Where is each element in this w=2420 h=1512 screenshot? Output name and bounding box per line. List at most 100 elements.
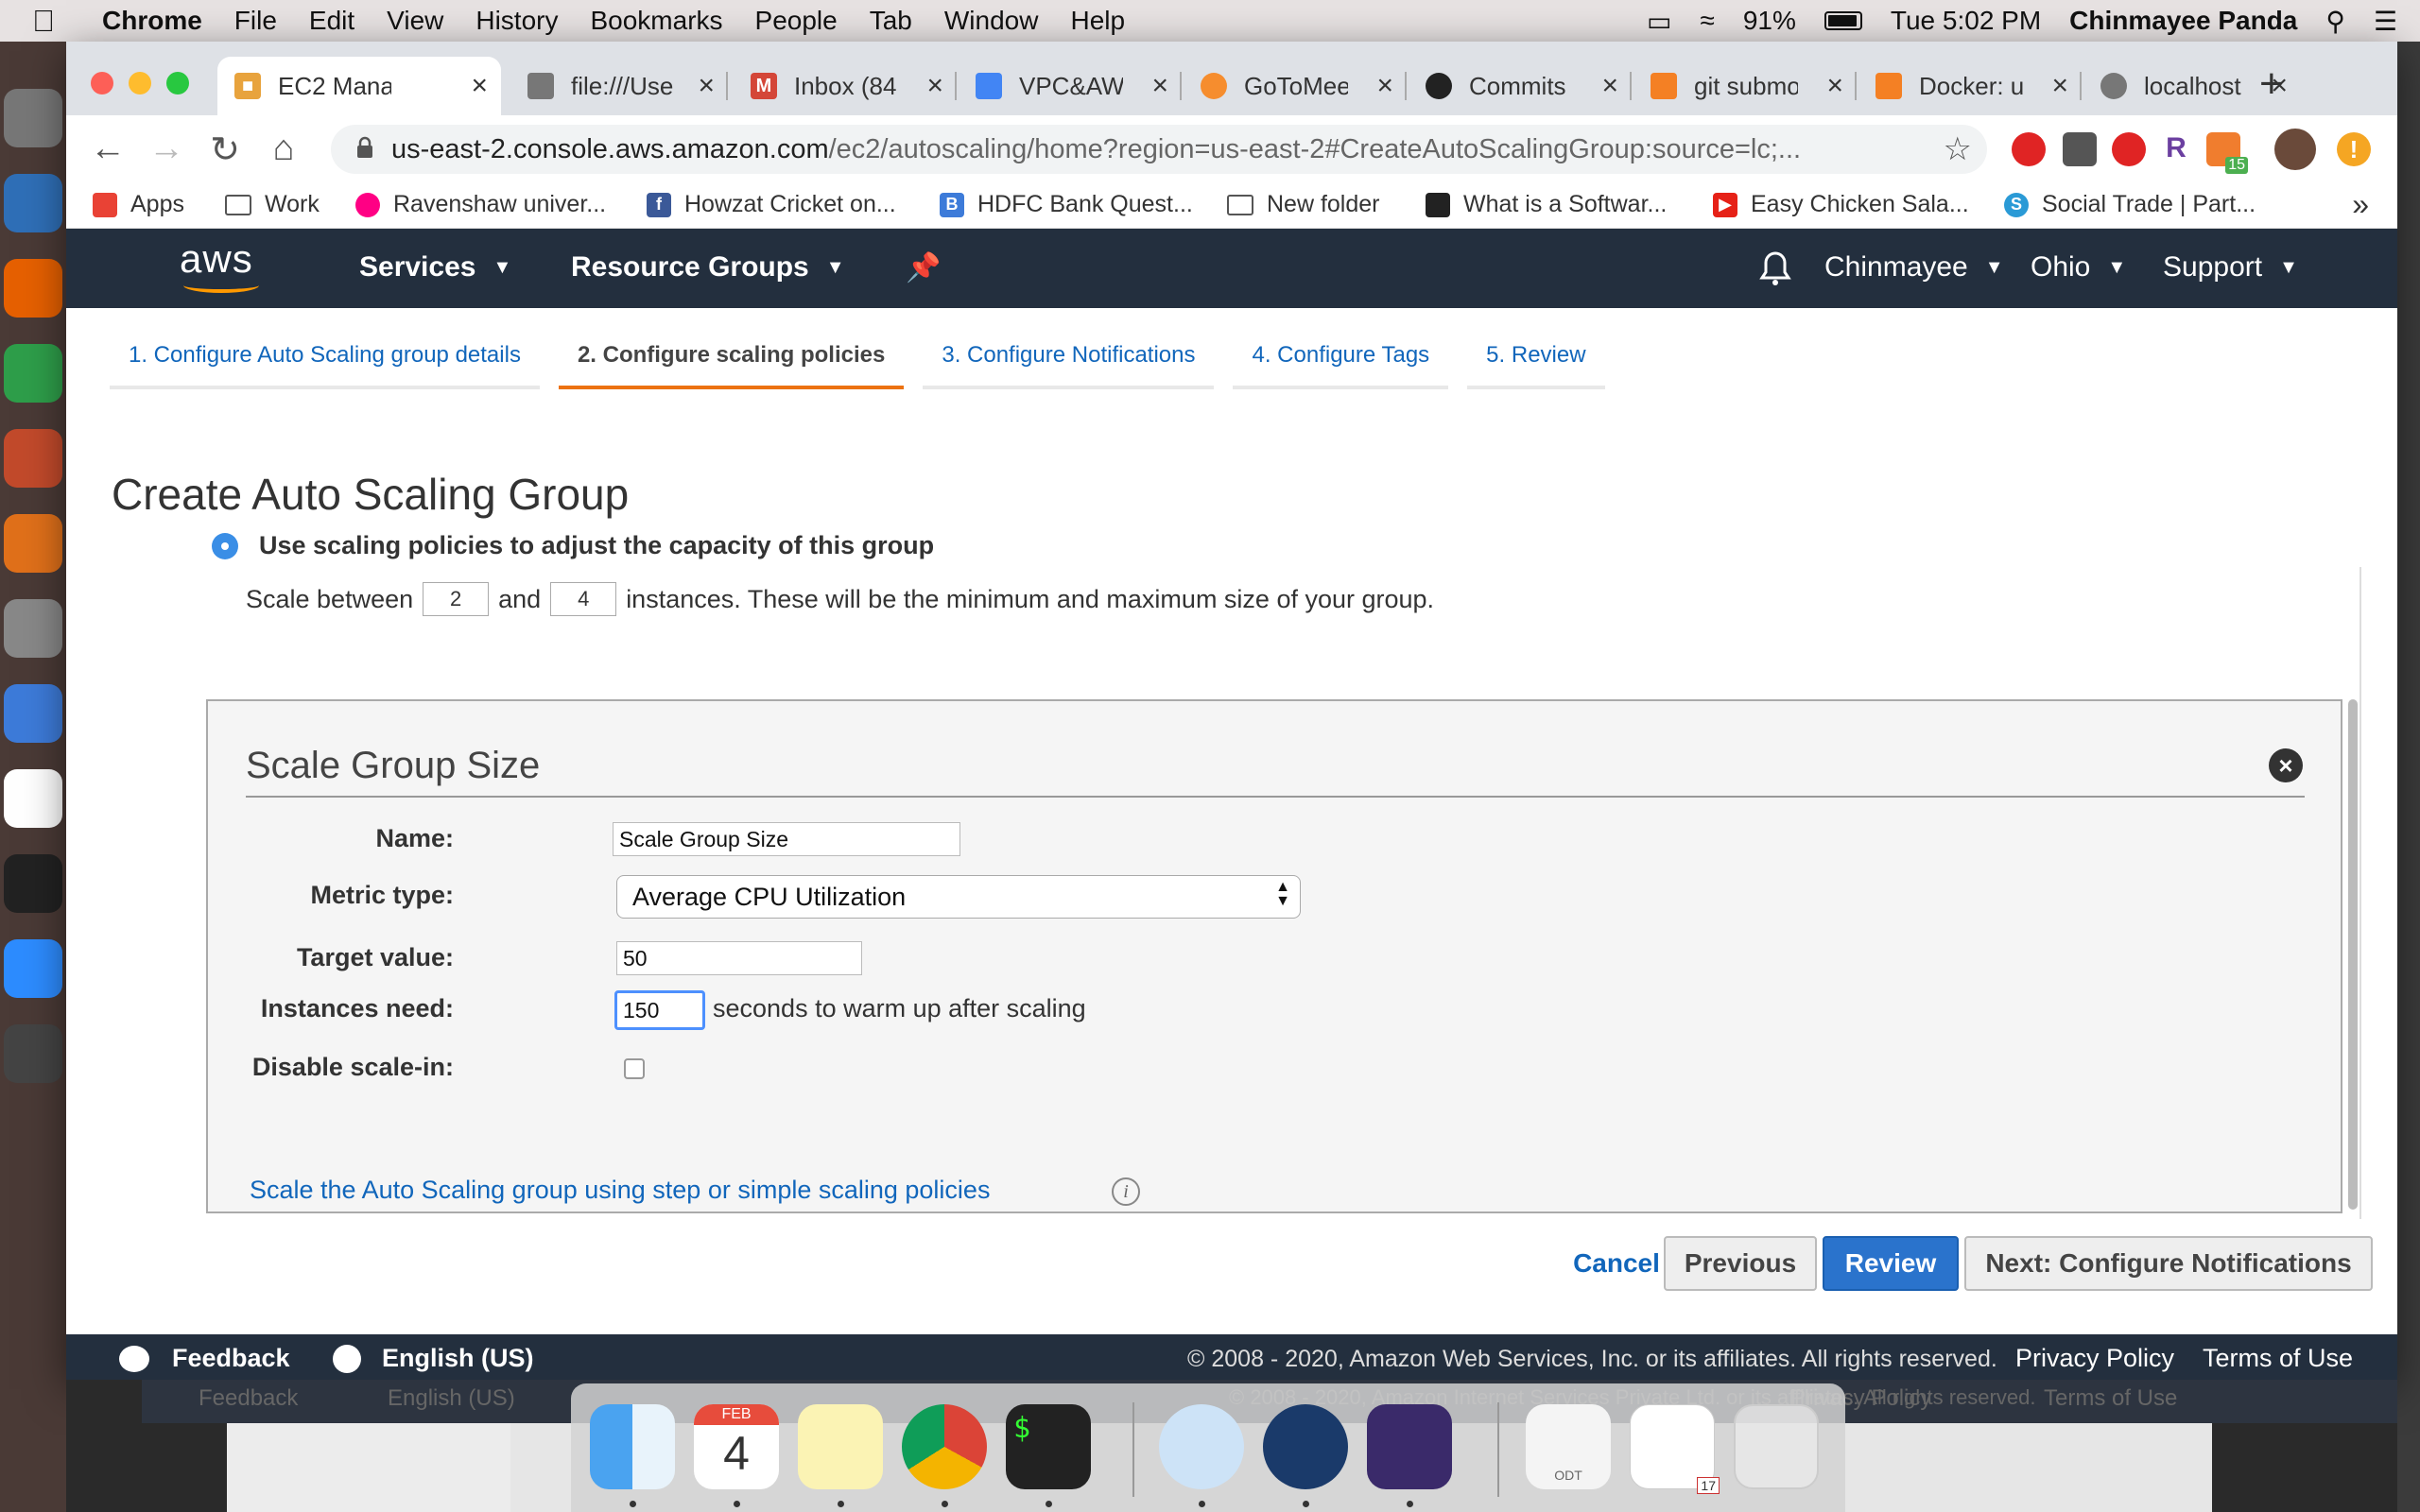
bookmark-chicken-salad[interactable]: ▶ Easy Chicken Sala... [1713,191,1969,218]
launcher-app-icon[interactable] [4,89,62,147]
menu-view[interactable]: View [387,6,443,36]
terminal-icon[interactable]: $ [1006,1404,1091,1489]
close-tab-icon[interactable]: × [2051,70,2068,102]
menu-tab[interactable]: Tab [870,6,912,36]
max-size-input[interactable]: 4 [550,582,617,616]
tab-commits[interactable]: Commits × [1409,57,1632,115]
metric-type-select[interactable]: Average CPU Utilization ▲ ▼ [616,875,1301,919]
bookmark-software[interactable]: What is a Softwar... [1426,191,1667,218]
chromium-icon[interactable] [4,684,62,743]
spreadsheet-icon[interactable] [4,344,62,403]
menubar-clock[interactable]: Tue 5:02 PM [1891,6,2041,36]
battery-icon[interactable] [1824,11,1862,30]
bookmark-apps[interactable]: Apps [93,191,184,218]
close-tab-icon[interactable]: × [471,70,488,102]
target-value-input[interactable]: 50 [616,941,862,975]
preview-icon[interactable] [4,174,62,232]
step-2-tab[interactable]: 2. Configure scaling policies [558,323,905,389]
close-tab-icon[interactable]: × [1601,70,1618,102]
new-tab-button[interactable]: + [2259,60,2284,108]
bell-icon[interactable] [1758,249,1792,287]
notification-center-icon[interactable]: ☰ [2374,6,2397,37]
zoom-icon[interactable] [4,939,62,998]
store-icon[interactable] [4,514,62,573]
wifi-icon[interactable]: ≈ [1700,6,1714,36]
keychain-lock-icon[interactable] [1159,1404,1244,1489]
close-tab-icon[interactable]: × [698,70,715,102]
scaling-policies-option[interactable]: Use scaling policies to adjust the capac… [212,531,934,560]
bookmark-howzat[interactable]: f Howzat Cricket on... [647,191,896,218]
step-5-tab[interactable]: 5. Review [1467,323,1605,389]
bookmark-social-trade[interactable]: S Social Trade | Part... [2004,191,2256,218]
bookmark-hdfc[interactable]: B HDFC Bank Quest... [940,191,1193,218]
reload-button[interactable]: ↻ [204,129,246,171]
resource-groups-menu[interactable]: Resource Groups ▼ [571,251,845,284]
menu-help[interactable]: Help [1070,6,1125,36]
app-icon[interactable] [1367,1404,1452,1489]
feedback-link[interactable]: Feedback [119,1344,290,1373]
zoom-window-button[interactable] [166,72,189,94]
disable-scale-in-checkbox[interactable] [624,1058,645,1079]
flash-extension-icon[interactable] [2112,132,2146,166]
trash-icon[interactable] [1734,1404,1819,1489]
menubar-user[interactable]: Chinmayee Panda [2069,6,2297,36]
menu-app-name[interactable]: Chrome [102,6,202,36]
pin-icon[interactable]: 📌 [906,251,941,284]
info-icon[interactable]: i [1112,1177,1140,1206]
menu-people[interactable]: People [755,6,838,36]
menu-file[interactable]: File [234,6,277,36]
odt-file-icon[interactable]: ODT [1526,1404,1611,1489]
extension-icon[interactable] [2063,132,2097,166]
chrome-icon[interactable] [902,1404,987,1489]
terms-of-use-link[interactable]: Terms of Use [2203,1344,2353,1373]
services-menu[interactable]: Services ▼ [359,251,511,284]
notes-icon[interactable] [798,1404,883,1489]
minimize-window-button[interactable] [129,72,151,94]
radio-selected-icon[interactable] [212,532,238,559]
support-menu[interactable]: Support ▼ [2163,251,2298,284]
firefox-icon[interactable] [4,259,62,318]
apple-menu-icon[interactable]:  [32,4,79,39]
tab-git-submodule[interactable]: git submo × [1634,57,1857,115]
spotlight-icon[interactable]: ⚲ [2325,6,2345,37]
slack-icon[interactable] [4,769,62,828]
min-size-input[interactable]: 2 [423,582,490,616]
remove-policy-close-icon[interactable]: × [2269,748,2303,782]
menu-bookmarks[interactable]: Bookmarks [590,6,722,36]
tab-gotomeeting[interactable]: GoToMeet × [1184,57,1407,115]
policy-name-input[interactable]: Scale Group Size [613,822,960,856]
badge-extension-icon[interactable]: 15 [2206,132,2248,174]
menu-window[interactable]: Window [944,6,1039,36]
adblock-extension-icon[interactable] [2012,132,2046,166]
r-extension-icon[interactable]: R [2159,132,2193,166]
back-button[interactable]: ← [87,129,129,169]
address-bar[interactable]: us-east-2.console.aws.amazon.com/ec2/aut… [331,125,1987,174]
close-window-button[interactable] [91,72,113,94]
document-preview-icon[interactable]: 17 [1630,1404,1720,1494]
region-menu[interactable]: Ohio ▼ [2031,251,2126,284]
tab-file[interactable]: file:///Use × [510,57,728,115]
finder-icon[interactable] [590,1404,675,1489]
bookmark-star-icon[interactable]: ☆ [1944,130,1972,168]
menu-edit[interactable]: Edit [309,6,354,36]
step-1-tab[interactable]: 1. Configure Auto Scaling group details [110,323,540,389]
bookmarks-overflow-icon[interactable]: » [2352,187,2369,222]
quicktime-icon[interactable] [1263,1404,1348,1489]
bookmark-new-folder[interactable]: New folder [1227,191,1380,218]
calendar-icon[interactable]: FEB 4 [694,1404,779,1489]
scrollbar-thumb[interactable] [2348,699,2358,1210]
privacy-policy-link[interactable]: Privacy Policy [2015,1344,2174,1373]
profile-avatar[interactable] [2274,129,2316,170]
forward-button[interactable]: → [146,129,187,169]
step-scaling-link[interactable]: Scale the Auto Scaling group using step … [250,1176,990,1205]
close-tab-icon[interactable]: × [926,70,943,102]
previous-button[interactable]: Previous [1664,1236,1817,1291]
tab-ec2[interactable]: ■ EC2 Mana × [217,57,501,115]
content-scrollbar[interactable] [2348,567,2361,1223]
step-3-tab[interactable]: 3. Configure Notifications [923,323,1215,389]
close-tab-icon[interactable]: × [1376,70,1393,102]
tab-vpc[interactable]: VPC&AWS × [959,57,1182,115]
terminal-icon[interactable] [4,854,62,913]
close-tab-icon[interactable]: × [1151,70,1168,102]
bookmark-work-folder[interactable]: Work [225,191,320,218]
